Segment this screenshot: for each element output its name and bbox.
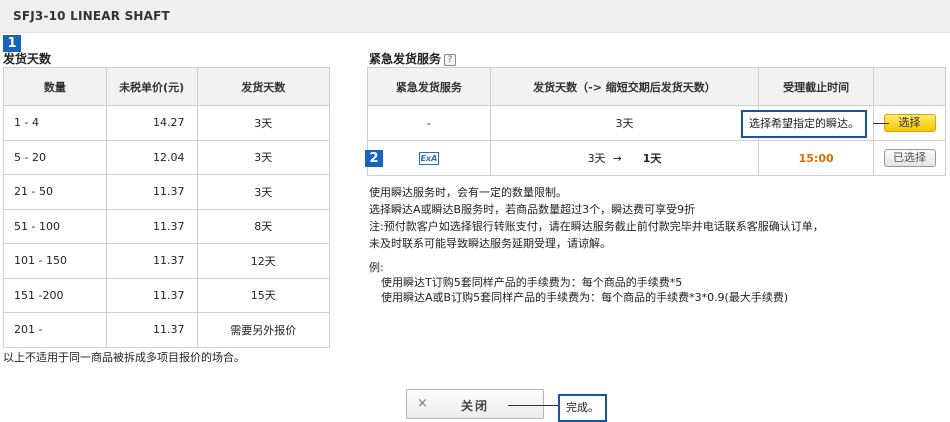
note-line: 注:预付款客户如选择银行转账支付，请在瞬达服务截止前付款完毕并电话联系客服确认订… [369,220,824,233]
days-cell: 15天 [196,277,330,313]
deadline-time: 15:00 [798,151,834,165]
example-block: 例: 使用瞬达T订购5套同样产品的手续费为：每个商品的手续费*5 使用瞬达A或B… [369,260,788,305]
table-row: 151 -200 11.37 15天 [3,277,330,313]
col-deadline: 受理截止时间 [758,67,875,106]
example-line: 使用瞬达T订购5套同样产品的手续费为：每个商品的手续费*5 [381,276,683,289]
arrow-icon: → [612,152,622,165]
days-from: 3天 [587,152,606,165]
price-cell: 11.37 [105,277,198,313]
help-icon[interactable]: ? [444,53,457,66]
note-line: 未及时联系可能导致瞬达服务延期受理，请谅解。 [369,237,611,250]
price-cell: 11.37 [105,208,198,244]
col-price: 未税单价(元) [105,67,198,106]
table-row: 21 - 50 11.37 3天 [3,174,330,210]
close-icon: × [417,396,428,411]
days-to: 1天 [642,152,662,165]
example-line: 使用瞬达A或B订购5套同样产品的手续费为：每个商品的手续费*3*0.9(最大手续… [381,291,789,304]
qty-cell: 201 - [3,312,107,348]
table-row: ExA 3天 → 1天 15:00 已选择 [367,140,946,176]
qty-cell: 101 - 150 [3,243,107,279]
callout-connector [873,123,889,124]
express-table-header: 紧急发货服务 发货天数（-> 缩短交期后发货天数） 受理截止时间 [367,67,946,106]
step-2-badge: 2 [365,150,383,167]
days-cell: 12天 [196,243,330,279]
table-row: 201 - 11.37 需要另外报价 [3,312,330,348]
shipping-footnote: 以上不适用于同一商品被拆成多项目报价的场合。 [3,351,245,364]
express-days-cell: 3天 → 1天 [489,140,760,176]
done-connector [508,405,558,406]
price-cell: 11.37 [105,312,198,348]
close-button[interactable]: × 关闭 [406,389,544,419]
express-a-icon: ExA [418,152,439,165]
page-title: SFJ3-10 LINEAR SHAFT [13,9,170,23]
days-cell: 8天 [196,208,330,244]
col-action [873,67,946,106]
qty-cell: 21 - 50 [3,174,107,210]
select-callout: 选择希望指定的瞬达。 [741,110,867,138]
table-row: 51 - 100 11.37 8天 [3,208,330,244]
note-line: 选择瞬达A或瞬达B服务时，若商品数量超过3个，瞬达费可享受9折 [369,203,696,216]
note-line: 使用瞬达服务时，会有一定的数量限制。 [369,186,567,199]
col-express-days: 发货天数（-> 缩短交期后发货天数） [489,67,760,106]
express-section-title: 紧急发货服务? [369,50,457,67]
col-service: 紧急发货服务 [367,67,491,106]
service-cell: ExA [367,140,491,176]
table-row: 1 - 4 14.27 3天 [3,105,330,141]
qty-cell: 51 - 100 [3,208,107,244]
table-row: 5 - 20 12.04 3天 [3,139,330,175]
close-label: 关闭 [461,399,490,413]
qty-cell: 151 -200 [3,277,107,313]
price-cell: 11.37 [105,174,198,210]
price-cell: 14.27 [105,105,198,141]
express-title-text: 紧急发货服务 [369,52,442,66]
action-cell: 已选择 [873,140,946,176]
select-button[interactable]: 选择 [883,114,936,132]
express-days-cell: 3天 [489,105,760,141]
done-callout: 完成。 [558,394,607,422]
header-bar: SFJ3-10 LINEAR SHAFT [0,0,950,33]
col-days: 发货天数 [196,67,330,106]
price-table-header: 数量 未税单价(元) 发货天数 [3,67,330,106]
price-cell: 12.04 [105,139,198,175]
price-cell: 11.37 [105,243,198,279]
express-notes: 使用瞬达服务时，会有一定的数量限制。 选择瞬达A或瞬达B服务时，若商品数量超过3… [369,184,824,252]
qty-cell: 5 - 20 [3,139,107,175]
days-cell: 3天 [196,174,330,210]
qty-cell: 1 - 4 [3,105,107,141]
col-qty: 数量 [3,67,107,106]
table-row: 101 - 150 11.37 12天 [3,243,330,279]
service-cell: - [367,105,491,141]
days-cell: 3天 [196,139,330,175]
example-title: 例: [369,261,384,274]
days-cell: 3天 [196,105,330,141]
price-table: 数量 未税单价(元) 发货天数 1 - 4 14.27 3天 5 - 20 12… [3,67,330,348]
selected-button[interactable]: 已选择 [883,149,936,167]
shipping-section-title: 发货天数 [3,52,52,66]
days-cell: 需要另外报价 [196,312,330,348]
deadline-cell: 15:00 [758,140,875,176]
